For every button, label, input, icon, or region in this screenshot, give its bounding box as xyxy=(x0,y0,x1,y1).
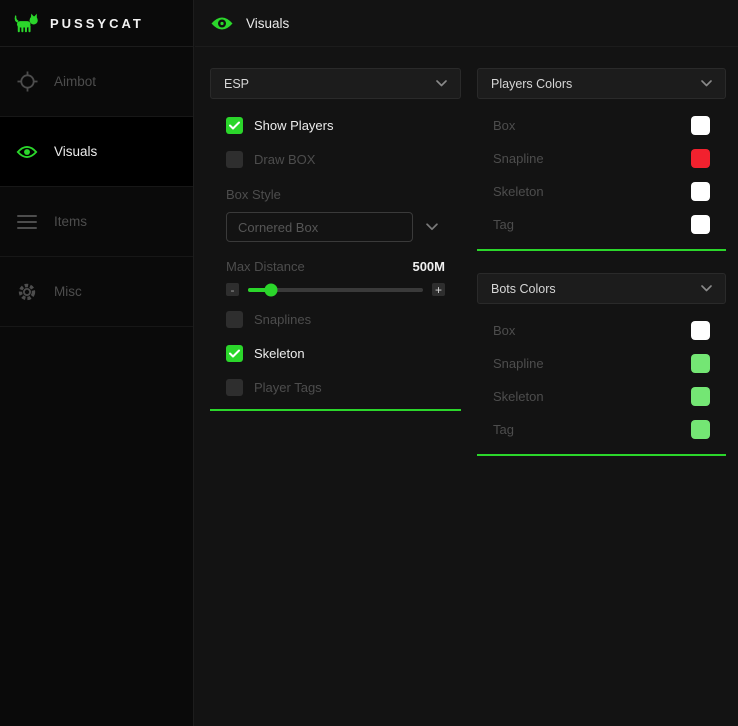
snaplines-label: Snaplines xyxy=(254,312,311,327)
eye-icon xyxy=(210,15,234,32)
color-swatch[interactable] xyxy=(691,182,710,201)
sidebar-item-aimbot[interactable]: Aimbot xyxy=(0,47,193,117)
box-style-value: Cornered Box xyxy=(238,220,318,235)
color-row: Box xyxy=(493,321,710,340)
color-row-label: Tag xyxy=(493,422,514,437)
sidebar-item-label: Items xyxy=(54,214,87,229)
color-row-label: Box xyxy=(493,118,515,133)
draw-box-checkbox[interactable] xyxy=(226,151,243,168)
chevron-down-icon[interactable] xyxy=(419,212,445,242)
brand-name: PUSSYCAT xyxy=(50,16,144,31)
crosshair-icon xyxy=(15,71,39,92)
color-row-label: Snapline xyxy=(493,151,544,166)
show-players-checkbox[interactable] xyxy=(226,117,243,134)
color-row-label: Skeleton xyxy=(493,184,544,199)
color-swatch[interactable] xyxy=(691,387,710,406)
max-distance-value: 500M xyxy=(412,259,445,274)
check-icon xyxy=(229,349,240,358)
color-row: Snapline xyxy=(493,149,710,168)
brand: PUSSYCAT xyxy=(0,0,193,47)
snaplines-row: Snaplines xyxy=(226,311,445,328)
players-colors-panel: Players Colors Box Snapline Skeleton Tag xyxy=(477,68,726,251)
max-distance-label: Max Distance xyxy=(226,259,305,274)
players-colors-body: Box Snapline Skeleton Tag xyxy=(477,116,726,234)
panel-title: Players Colors xyxy=(491,77,572,91)
show-players-row: Show Players xyxy=(226,117,445,134)
color-swatch[interactable] xyxy=(691,354,710,373)
slider-plus-button[interactable]: + xyxy=(432,283,445,296)
esp-panel: ESP Show Players Draw BOX Box Style Corn… xyxy=(210,68,461,411)
color-swatch[interactable] xyxy=(691,321,710,340)
bots-colors-body: Box Snapline Skeleton Tag xyxy=(477,321,726,439)
snaplines-checkbox[interactable] xyxy=(226,311,243,328)
color-swatch[interactable] xyxy=(691,149,710,168)
slider-thumb[interactable] xyxy=(264,283,277,296)
color-swatch[interactable] xyxy=(691,116,710,135)
sidebar-item-visuals[interactable]: Visuals xyxy=(0,117,193,187)
chevron-down-icon[interactable] xyxy=(436,80,447,87)
page-title: Visuals xyxy=(246,16,289,31)
sidebar-item-label: Misc xyxy=(54,284,82,299)
sidebar-item-misc[interactable]: Misc xyxy=(0,257,193,327)
color-row-label: Box xyxy=(493,323,515,338)
skeleton-checkbox[interactable] xyxy=(226,345,243,362)
sidebar-nav: Aimbot Visuals Items xyxy=(0,47,193,327)
color-row: Tag xyxy=(493,215,710,234)
draw-box-row: Draw BOX xyxy=(226,151,445,168)
color-row: Skeleton xyxy=(493,182,710,201)
color-swatch[interactable] xyxy=(691,420,710,439)
panel-title: Bots Colors xyxy=(491,282,556,296)
color-swatch[interactable] xyxy=(691,215,710,234)
box-style-select-row: Cornered Box xyxy=(226,212,445,242)
cat-logo-icon xyxy=(13,13,40,34)
draw-box-label: Draw BOX xyxy=(254,152,315,167)
esp-panel-header[interactable]: ESP xyxy=(210,68,461,99)
slider-minus-button[interactable]: - xyxy=(226,283,239,296)
max-distance-row: Max Distance 500M xyxy=(226,259,445,274)
sidebar-item-items[interactable]: Items xyxy=(0,187,193,257)
player-tags-row: Player Tags xyxy=(226,379,445,396)
skeleton-label: Skeleton xyxy=(254,346,305,361)
bots-colors-panel: Bots Colors Box Snapline Skeleton Tag xyxy=(477,273,726,456)
color-row: Skeleton xyxy=(493,387,710,406)
check-icon xyxy=(229,121,240,130)
esp-panel-body: Show Players Draw BOX Box Style Cornered… xyxy=(210,117,461,396)
chevron-down-icon[interactable] xyxy=(701,285,712,292)
chevron-down-icon[interactable] xyxy=(701,80,712,87)
eye-icon xyxy=(15,144,39,160)
sidebar-item-label: Visuals xyxy=(54,144,97,159)
color-row-label: Snapline xyxy=(493,356,544,371)
color-row-label: Tag xyxy=(493,217,514,232)
player-tags-label: Player Tags xyxy=(254,380,322,395)
gear-icon xyxy=(15,282,39,302)
box-style-select[interactable]: Cornered Box xyxy=(226,212,413,242)
players-colors-header[interactable]: Players Colors xyxy=(477,68,726,99)
color-row: Box xyxy=(493,116,710,135)
skeleton-row: Skeleton xyxy=(226,345,445,362)
show-players-label: Show Players xyxy=(254,118,333,133)
max-distance-slider-row: - + xyxy=(226,282,445,297)
panel-title: ESP xyxy=(224,77,249,91)
color-row-label: Skeleton xyxy=(493,389,544,404)
topbar: Visuals xyxy=(195,0,738,47)
bots-colors-header[interactable]: Bots Colors xyxy=(477,273,726,304)
player-tags-checkbox[interactable] xyxy=(226,379,243,396)
color-row: Tag xyxy=(493,420,710,439)
list-icon xyxy=(15,214,39,230)
color-row: Snapline xyxy=(493,354,710,373)
sidebar-item-label: Aimbot xyxy=(54,74,96,89)
box-style-label: Box Style xyxy=(226,187,445,202)
sidebar: PUSSYCAT Aimbot Visuals xyxy=(0,0,194,726)
max-distance-slider[interactable] xyxy=(248,288,423,292)
